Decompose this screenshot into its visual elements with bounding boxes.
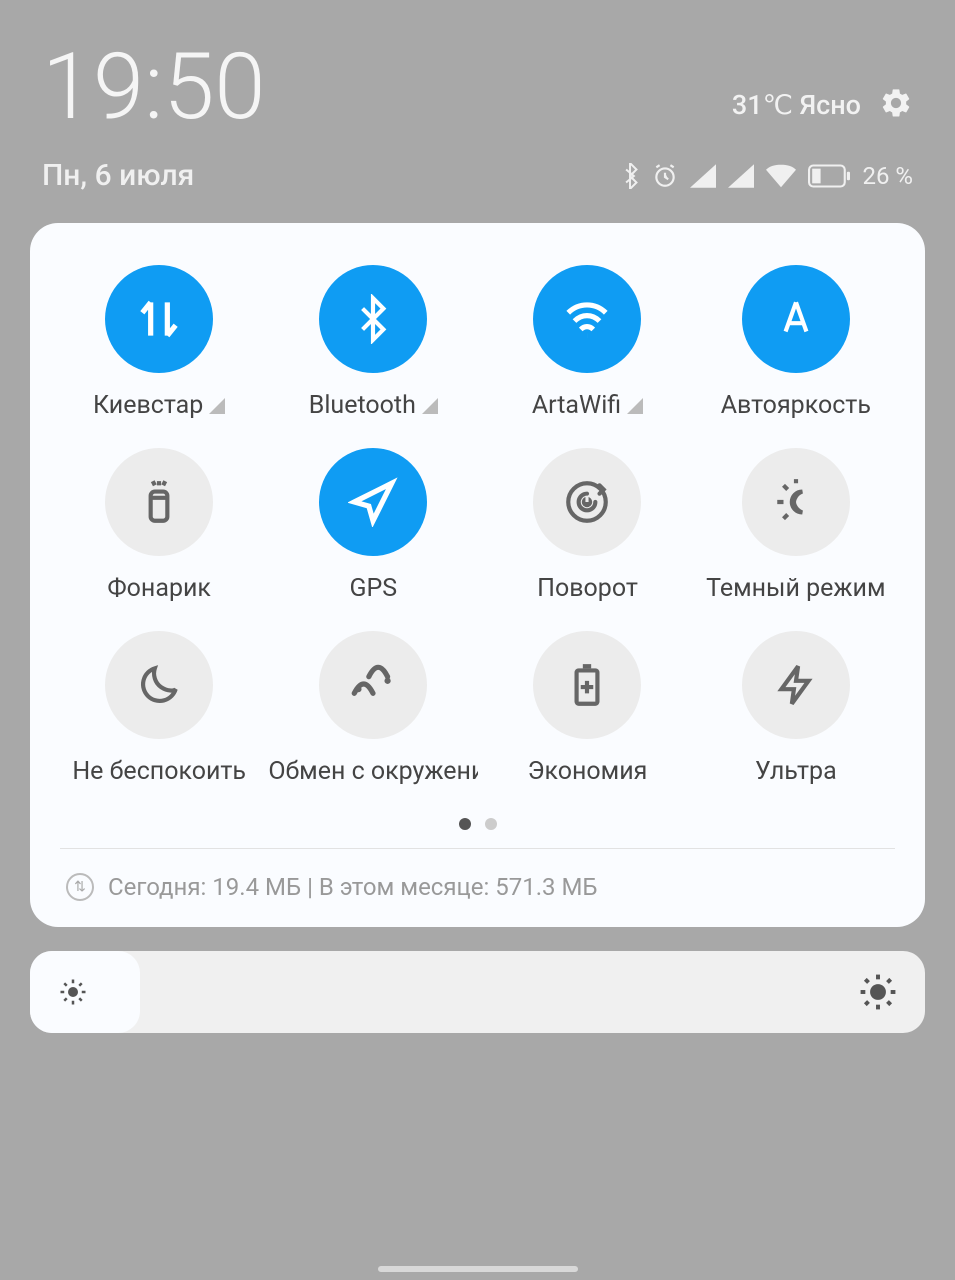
tile-label: Bluetooth bbox=[309, 391, 438, 420]
home-indicator[interactable] bbox=[378, 1266, 578, 1272]
tile-label: Обмен с окружением bbox=[268, 757, 478, 786]
date-text: Пн, 6 июля bbox=[42, 158, 194, 193]
tile-label: Экономия bbox=[528, 757, 648, 786]
tile-battery[interactable]: Экономия bbox=[488, 631, 686, 786]
tile-ultra[interactable]: Ультра bbox=[697, 631, 895, 786]
tile-autobright[interactable]: Автояркость bbox=[697, 265, 895, 420]
rotate-icon[interactable] bbox=[533, 448, 641, 556]
tile-dark[interactable]: Темный режим bbox=[697, 448, 895, 603]
expand-indicator-icon[interactable] bbox=[627, 398, 643, 414]
battery-status-icon bbox=[808, 164, 850, 188]
header-bottom: Пн, 6 июля 26 % bbox=[42, 158, 913, 193]
page-indicator[interactable] bbox=[60, 818, 895, 830]
wifi-status-icon bbox=[766, 164, 796, 188]
tile-dnd[interactable]: Не беспокоить bbox=[60, 631, 258, 786]
tile-flashlight[interactable]: Фонарик bbox=[60, 448, 258, 603]
status-icons: 26 % bbox=[620, 162, 913, 190]
flashlight-icon[interactable] bbox=[105, 448, 213, 556]
tile-label: Не беспокоить bbox=[72, 757, 246, 786]
alarm-status-icon bbox=[652, 163, 678, 189]
expand-indicator-icon[interactable] bbox=[209, 398, 225, 414]
battery-icon[interactable] bbox=[533, 631, 641, 739]
expand-indicator-icon[interactable] bbox=[422, 398, 438, 414]
wifi-icon[interactable] bbox=[533, 265, 641, 373]
tile-bluetooth[interactable]: Bluetooth bbox=[268, 265, 478, 420]
tile-label: Автояркость bbox=[721, 391, 871, 420]
data-usage-row[interactable]: ⇅ Сегодня: 19.4 МБ | В этом месяце: 571.… bbox=[60, 849, 895, 927]
data-icon[interactable] bbox=[105, 265, 213, 373]
tile-grid: Киевстар Bluetooth ArtaWifi Автояркость Фона… bbox=[60, 265, 895, 786]
dnd-icon[interactable] bbox=[105, 631, 213, 739]
signal1-status-icon bbox=[690, 164, 716, 188]
brightness-slider[interactable] bbox=[30, 951, 925, 1033]
weather-row: 31℃ Ясно bbox=[732, 86, 913, 134]
tile-label: Киевстар bbox=[93, 391, 225, 420]
bluetooth-status-icon bbox=[620, 163, 640, 189]
tile-label: Темный режим bbox=[706, 574, 885, 603]
header: 19:50 31℃ Ясно Пн, 6 июля 26 % bbox=[0, 0, 955, 193]
settings-icon[interactable] bbox=[879, 86, 913, 124]
tile-label: Ультра bbox=[755, 757, 837, 786]
tile-label: GPS bbox=[350, 574, 398, 603]
autobright-icon[interactable] bbox=[742, 265, 850, 373]
brightness-low-icon bbox=[58, 977, 88, 1007]
bluetooth-icon[interactable] bbox=[319, 265, 427, 373]
weather-text[interactable]: 31℃ Ясно bbox=[732, 89, 861, 121]
tile-rotate[interactable]: Поворот bbox=[488, 448, 686, 603]
tile-wifi[interactable]: ArtaWifi bbox=[488, 265, 686, 420]
page-dot-inactive bbox=[485, 818, 497, 830]
tile-data[interactable]: Киевстар bbox=[60, 265, 258, 420]
ultra-icon[interactable] bbox=[742, 631, 850, 739]
data-usage-icon: ⇅ bbox=[66, 873, 94, 901]
dark-icon[interactable] bbox=[742, 448, 850, 556]
gps-icon[interactable] bbox=[319, 448, 427, 556]
signal2-status-icon bbox=[728, 164, 754, 188]
data-usage-text: Сегодня: 19.4 МБ | В этом месяце: 571.3 … bbox=[108, 873, 598, 901]
page-dot-active bbox=[459, 818, 471, 830]
tile-share[interactable]: Обмен с окружением bbox=[268, 631, 478, 786]
share-icon[interactable] bbox=[319, 631, 427, 739]
clock-time: 19:50 bbox=[42, 42, 265, 134]
quick-settings-panel: Киевстар Bluetooth ArtaWifi Автояркость Фона… bbox=[30, 223, 925, 927]
tile-gps[interactable]: GPS bbox=[268, 448, 478, 603]
tile-label: Поворот bbox=[537, 574, 638, 603]
brightness-high-icon bbox=[859, 973, 897, 1011]
tile-label: Фонарик bbox=[107, 574, 211, 603]
tile-label: ArtaWifi bbox=[532, 391, 643, 420]
header-top: 19:50 31℃ Ясно bbox=[42, 42, 913, 134]
battery-percent: 26 % bbox=[862, 162, 913, 190]
